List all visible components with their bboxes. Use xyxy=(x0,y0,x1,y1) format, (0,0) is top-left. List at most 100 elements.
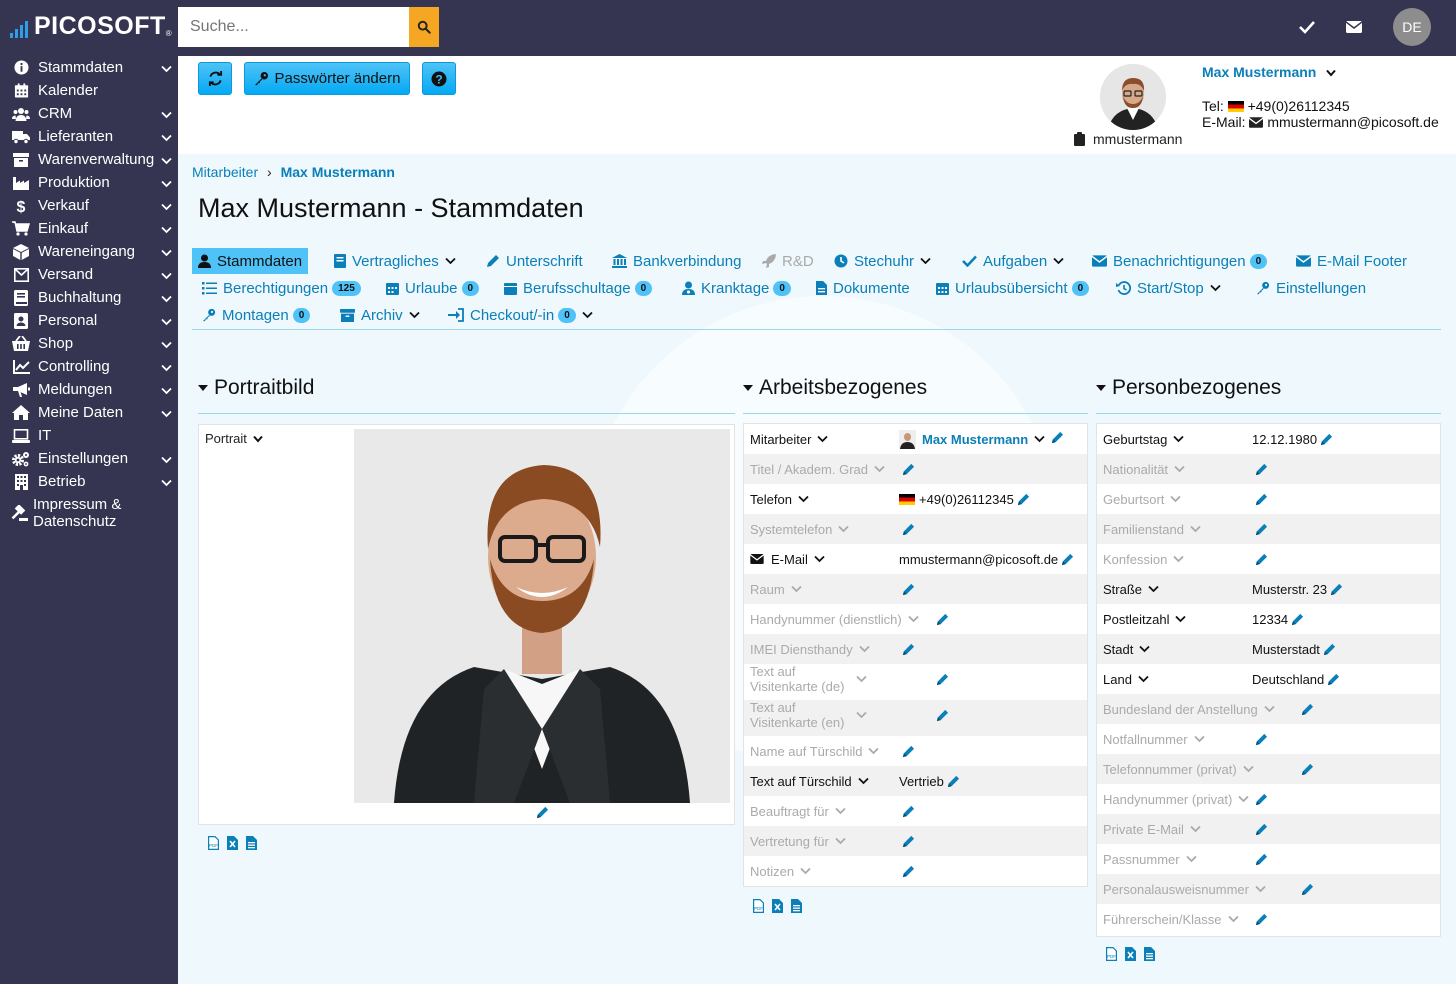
edit-button[interactable] xyxy=(1255,853,1268,866)
sidebar-chevron[interactable] xyxy=(161,60,172,77)
pencil-icon[interactable] xyxy=(947,775,960,788)
field-options[interactable] xyxy=(1264,705,1275,713)
field-value-wrap[interactable]: Vertrieb xyxy=(899,766,960,796)
pencil-icon[interactable] xyxy=(1255,913,1268,926)
field-options[interactable] xyxy=(908,615,919,623)
pencil-icon[interactable] xyxy=(1320,433,1333,446)
field-options[interactable] xyxy=(817,435,829,443)
sidebar-item-einstellungen[interactable]: Einstellungen xyxy=(0,447,178,470)
excel-icon[interactable] xyxy=(227,836,238,853)
field-options[interactable] xyxy=(1190,825,1201,833)
edit-button[interactable] xyxy=(902,583,915,596)
field-value-wrap[interactable] xyxy=(1252,844,1268,874)
edit-button[interactable] xyxy=(1255,463,1268,476)
tab-urlaubsübersicht[interactable]: Urlaubsübersicht 0 xyxy=(930,275,1095,301)
edit-button[interactable] xyxy=(1291,613,1304,626)
refresh-button[interactable] xyxy=(198,62,232,95)
field-value-wrap[interactable] xyxy=(1252,724,1268,754)
pencil-icon[interactable] xyxy=(1255,463,1268,476)
doc-icon[interactable] xyxy=(246,836,257,853)
edit-button[interactable] xyxy=(1301,883,1314,896)
sidebar-chevron[interactable] xyxy=(161,152,172,169)
tab-dropdown[interactable] xyxy=(445,257,456,265)
edit-button[interactable] xyxy=(902,835,915,848)
field-value-wrap[interactable]: 12.12.1980 xyxy=(1252,424,1333,454)
sidebar-item-kalender[interactable]: Kalender xyxy=(0,79,178,102)
tab-stechuhr[interactable]: Stechuhr xyxy=(828,248,937,274)
edit-button[interactable] xyxy=(902,865,915,878)
edit-button[interactable] xyxy=(1255,913,1268,926)
doc-icon[interactable] xyxy=(1144,947,1155,964)
section-person-title[interactable]: Personbezogenes xyxy=(1096,376,1281,400)
field-options[interactable] xyxy=(1148,585,1159,593)
tab-einstellungen[interactable]: Einstellungen xyxy=(1250,275,1372,301)
field-value-wrap[interactable]: Max Mustermann xyxy=(899,424,1064,454)
field-value-wrap[interactable] xyxy=(1252,484,1268,514)
sidebar-chevron[interactable] xyxy=(161,198,172,215)
field-value-wrap[interactable]: 12334 xyxy=(1252,604,1304,634)
edit-button[interactable] xyxy=(1255,493,1268,506)
field-value-wrap[interactable] xyxy=(1252,544,1268,574)
edit-button[interactable] xyxy=(936,673,949,686)
search-input[interactable] xyxy=(178,7,409,47)
field-options[interactable] xyxy=(1238,795,1249,803)
profile-avatar[interactable] xyxy=(1100,64,1166,130)
field-options[interactable] xyxy=(1138,675,1149,683)
tab-kranktage[interactable]: Kranktage 0 xyxy=(676,275,797,301)
help-button[interactable]: ? xyxy=(422,62,456,95)
pencil-icon[interactable] xyxy=(1061,553,1074,566)
tab-unterschrift[interactable]: Unterschrift xyxy=(480,248,589,274)
field-options[interactable] xyxy=(814,555,825,563)
sidebar-chevron[interactable] xyxy=(161,244,172,261)
field-options[interactable] xyxy=(856,675,867,683)
field-value-wrap[interactable] xyxy=(933,700,949,730)
pdf-icon[interactable]: PDF xyxy=(208,836,219,853)
pencil-icon[interactable] xyxy=(902,523,915,536)
edit-button[interactable] xyxy=(1301,763,1314,776)
edit-button[interactable] xyxy=(1330,583,1343,596)
sidebar-item-shop[interactable]: Shop xyxy=(0,332,178,355)
field-options[interactable] xyxy=(1173,435,1184,443)
tab-benachrichtigungen[interactable]: Benachrichtigungen 0 xyxy=(1086,248,1273,274)
sidebar-item-produktion[interactable]: Produktion xyxy=(0,171,178,194)
sidebar-item-verkauf[interactable]: $ Verkauf xyxy=(0,194,178,217)
field-value-wrap[interactable] xyxy=(1252,454,1268,484)
sidebar-item-meldungen[interactable]: Meldungen xyxy=(0,378,178,401)
sidebar-item-crm[interactable]: CRM xyxy=(0,102,178,125)
tab-dropdown[interactable] xyxy=(409,311,420,319)
field-value-wrap[interactable]: Musterstr. 23 xyxy=(1252,574,1343,604)
tab-dropdown[interactable] xyxy=(1053,257,1064,265)
sidebar-chevron[interactable] xyxy=(161,106,172,123)
check-icon[interactable] xyxy=(1298,18,1316,36)
field-value-wrap[interactable] xyxy=(1252,514,1268,544)
field-value-wrap[interactable] xyxy=(899,574,915,604)
sidebar-chevron[interactable] xyxy=(161,129,172,146)
edit-button[interactable] xyxy=(1255,523,1268,536)
pencil-icon[interactable] xyxy=(1051,431,1064,444)
edit-button[interactable] xyxy=(902,805,915,818)
sidebar-item-warenverwaltung[interactable]: Warenverwaltung xyxy=(0,148,178,171)
edit-button[interactable] xyxy=(902,523,915,536)
employee-dropdown[interactable] xyxy=(1034,435,1045,443)
sidebar-item-lieferanten[interactable]: Lieferanten xyxy=(0,125,178,148)
pencil-icon[interactable] xyxy=(1255,733,1268,746)
portrait-image[interactable] xyxy=(354,429,730,803)
field-options[interactable] xyxy=(798,495,809,503)
tab-start-stop[interactable]: Start/Stop xyxy=(1110,275,1227,301)
excel-icon[interactable] xyxy=(772,899,783,916)
pencil-icon[interactable] xyxy=(1330,583,1343,596)
sidebar-chevron[interactable] xyxy=(161,474,172,491)
tab-bankverbindung[interactable]: Bankverbindung xyxy=(606,248,747,274)
pencil-icon[interactable] xyxy=(902,643,915,656)
edit-button[interactable] xyxy=(947,775,960,788)
field-options[interactable] xyxy=(835,807,846,815)
sidebar-item-personal[interactable]: Personal xyxy=(0,309,178,332)
field-value-wrap[interactable] xyxy=(1298,754,1314,784)
change-passwords-button[interactable]: Passwörter ändern xyxy=(244,62,410,95)
field-value-wrap[interactable]: mmustermann@picosoft.de xyxy=(899,544,1074,574)
field-options[interactable] xyxy=(858,777,869,785)
section-portrait-title[interactable]: Portraitbild xyxy=(198,376,314,400)
sidebar-item-wareneingang[interactable]: Wareneingang xyxy=(0,240,178,263)
doc-icon[interactable] xyxy=(791,899,802,916)
field-options[interactable] xyxy=(874,465,885,473)
